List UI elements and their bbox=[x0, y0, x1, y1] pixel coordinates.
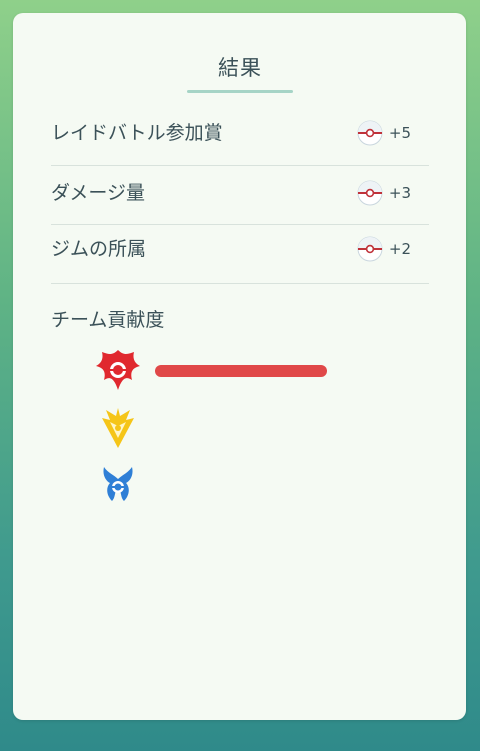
reward-value: +5 bbox=[357, 120, 411, 146]
reward-value: +2 bbox=[357, 236, 411, 262]
valor-team-icon bbox=[96, 350, 140, 390]
reward-row-gym-affiliation: ジムの所属 +2 bbox=[51, 220, 429, 278]
premier-ball-icon bbox=[357, 180, 383, 206]
reward-label: ダメージ量 bbox=[51, 182, 146, 204]
divider bbox=[51, 283, 429, 284]
reward-row-damage: ダメージ量 +3 bbox=[51, 164, 429, 222]
title-underline bbox=[187, 90, 293, 93]
reward-row-raid-participation: レイドバトル参加賞 +5 bbox=[51, 104, 429, 162]
reward-label: ジムの所属 bbox=[51, 238, 147, 260]
instinct-team-icon bbox=[102, 408, 134, 448]
reward-label: レイドバトル参加賞 bbox=[51, 122, 223, 144]
reward-value: +3 bbox=[357, 180, 411, 206]
reward-amount: +5 bbox=[388, 124, 411, 142]
team-contribution-title: チーム貢献度 bbox=[51, 309, 165, 331]
premier-ball-icon bbox=[357, 236, 383, 262]
mystic-team-icon bbox=[103, 467, 133, 501]
results-title: 結果 bbox=[218, 56, 262, 80]
reward-amount: +3 bbox=[388, 184, 411, 202]
reward-amount: +2 bbox=[388, 240, 411, 258]
valor-contribution-bar bbox=[155, 365, 327, 377]
premier-ball-icon bbox=[357, 120, 383, 146]
